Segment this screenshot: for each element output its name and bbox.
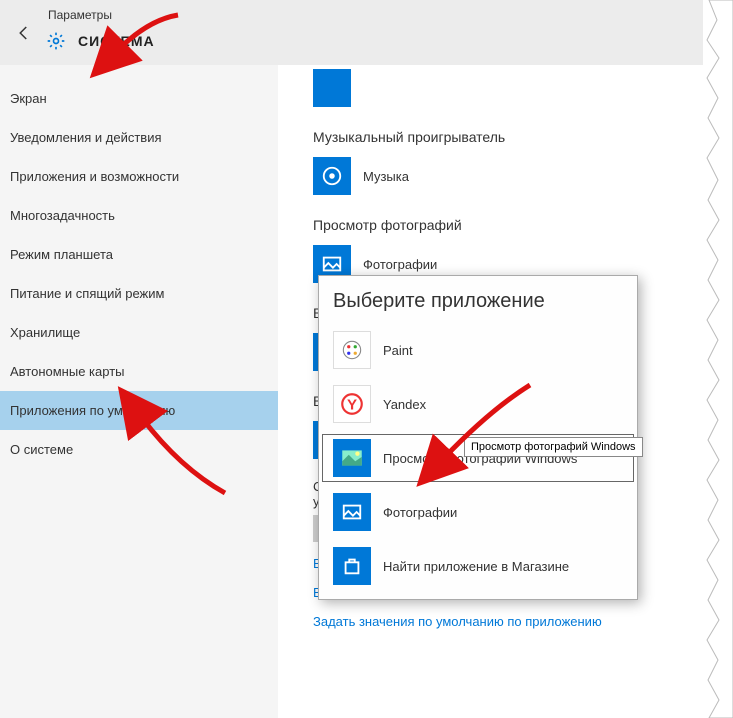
- section-music-label: Музыкальный проигрыватель: [313, 129, 698, 145]
- photo-viewer-icon: [333, 439, 371, 477]
- popup-item-store[interactable]: Найти приложение в Магазине: [319, 539, 637, 593]
- sidebar-item-apps[interactable]: Приложения и возможности: [0, 157, 278, 196]
- svg-text:Y: Y: [347, 396, 357, 413]
- popup-item-paint[interactable]: Paint: [319, 323, 637, 377]
- sidebar: Экран Уведомления и действия Приложения …: [0, 65, 278, 718]
- torn-edge: [703, 0, 733, 718]
- gear-icon: [46, 31, 66, 51]
- sidebar-item-default-apps[interactable]: Приложения по умолчанию: [0, 391, 278, 430]
- tooltip: Просмотр фотографий Windows: [464, 437, 643, 457]
- paint-icon: [333, 331, 371, 369]
- sidebar-item-maps[interactable]: Автономные карты: [0, 352, 278, 391]
- default-app-music[interactable]: Музыка: [313, 157, 698, 195]
- breadcrumb-params: Параметры: [48, 8, 112, 22]
- sidebar-item-tablet[interactable]: Режим планшета: [0, 235, 278, 274]
- page-title: СИСТЕМА: [78, 33, 155, 49]
- yandex-icon: Y: [333, 385, 371, 423]
- sidebar-item-multitask[interactable]: Многозадачность: [0, 196, 278, 235]
- back-button[interactable]: [12, 21, 36, 45]
- sidebar-item-about[interactable]: О системе: [0, 430, 278, 469]
- popup-title: Выберите приложение: [319, 290, 637, 323]
- photos-icon: [333, 493, 371, 531]
- sidebar-item-storage[interactable]: Хранилище: [0, 313, 278, 352]
- link-byapp[interactable]: Задать значения по умолчанию по приложен…: [313, 614, 698, 629]
- popup-item-photos[interactable]: Фотографии: [319, 485, 637, 539]
- app-tile-unknown[interactable]: [313, 69, 351, 107]
- popup-item-yandex[interactable]: Y Yandex: [319, 377, 637, 431]
- store-icon: [333, 547, 371, 585]
- music-icon: [313, 157, 351, 195]
- sidebar-item-display[interactable]: Экран: [0, 79, 278, 118]
- sidebar-item-power[interactable]: Питание и спящий режим: [0, 274, 278, 313]
- music-app-label: Музыка: [363, 169, 409, 184]
- sidebar-item-notifications[interactable]: Уведомления и действия: [0, 118, 278, 157]
- section-photo-label: Просмотр фотографий: [313, 217, 698, 233]
- photo-app-label: Фотографии: [363, 257, 437, 272]
